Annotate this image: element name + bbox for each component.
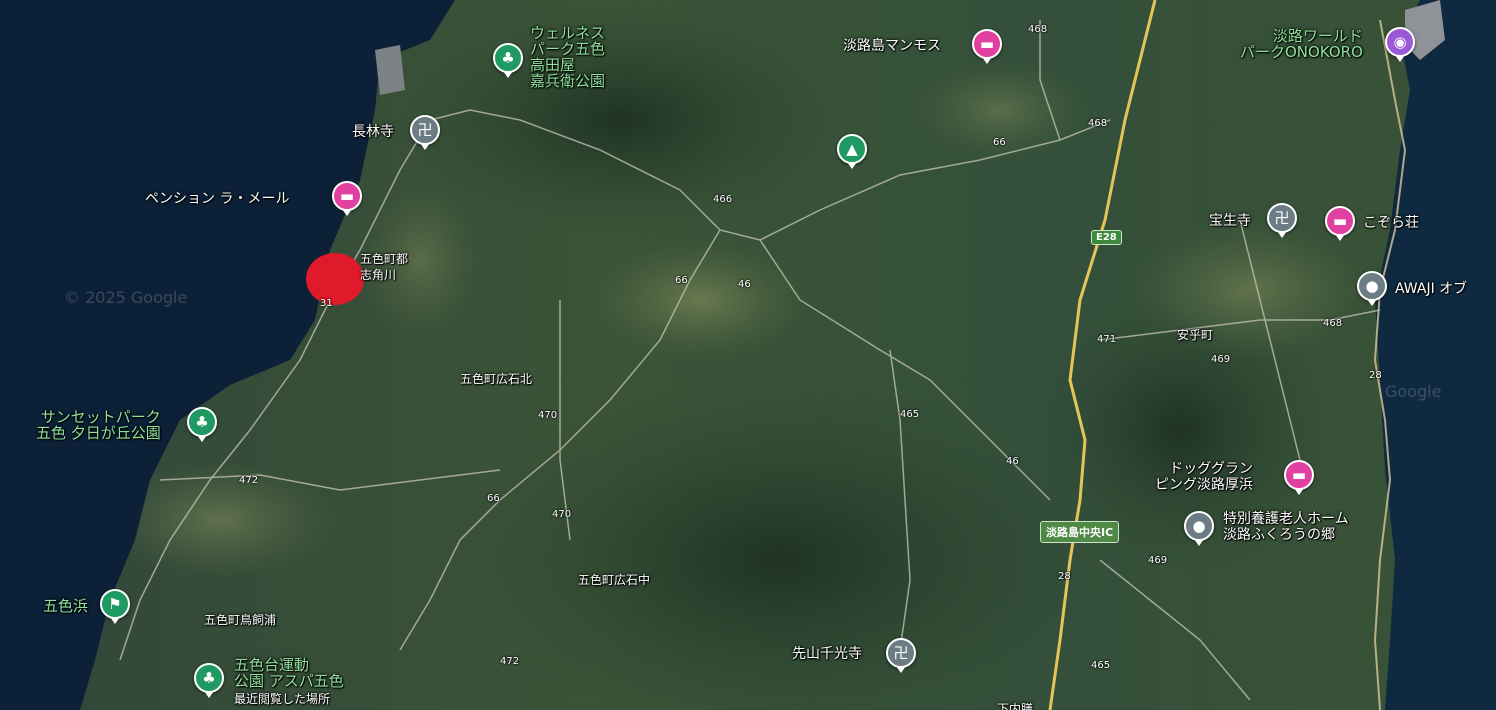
road-number: 472 xyxy=(239,475,259,486)
amusement-park-icon[interactable]: ◉ xyxy=(1385,27,1415,62)
map-terrain xyxy=(0,0,1496,710)
road-number: 46 xyxy=(738,279,751,290)
interchange-label[interactable]: 淡路島中央IC xyxy=(1040,521,1120,543)
road-number: 470 xyxy=(538,410,558,421)
place-label-senkoji[interactable]: 先山千光寺 xyxy=(792,646,862,662)
road-number: 66 xyxy=(993,137,1006,148)
copyright-watermark: © 2025 Google xyxy=(64,288,188,307)
road-number: 465 xyxy=(1091,660,1111,671)
place-label-goshikidai[interactable]: 五色台運動 公園 アスパ五色 xyxy=(234,657,344,689)
recently-viewed-label: 最近閲覧した場所 xyxy=(234,692,331,706)
place-label-chorinji[interactable]: 長林寺 xyxy=(352,124,394,140)
place-label-goshikihama[interactable]: 五色浜 xyxy=(43,598,88,614)
road-number: 28 xyxy=(1369,370,1382,381)
road-number: 31 xyxy=(320,298,333,309)
place-label-awaji[interactable]: AWAJI オブ xyxy=(1395,281,1467,297)
satellite-map[interactable]: © 2025 Google Google 468 468 468 66 66 6… xyxy=(0,0,1496,710)
place-icon[interactable]: ● xyxy=(1184,511,1214,546)
place-icon[interactable]: ● xyxy=(1357,271,1387,306)
campground-icon[interactable]: ▲ xyxy=(837,134,867,169)
google-watermark: Google xyxy=(1385,382,1442,401)
road-number: 28 xyxy=(1058,571,1071,582)
road-number: 471 xyxy=(1097,334,1117,345)
hotel-icon[interactable]: ▬ xyxy=(972,29,1002,64)
road-number: 468 xyxy=(1323,318,1343,329)
place-label-hoshoji[interactable]: 宝生寺 xyxy=(1209,213,1251,229)
place-label-anpei: 安乎町 xyxy=(1177,328,1214,342)
place-label-shimouchizen: 下内膳 xyxy=(997,702,1034,710)
road-number: 46 xyxy=(1006,456,1019,467)
selected-location-marker[interactable] xyxy=(306,253,364,305)
place-label-nursing-home[interactable]: 特別養護老人ホーム 淡路ふくろうの郷 xyxy=(1223,511,1349,543)
place-label-kozoraso[interactable]: こぞら荘 xyxy=(1363,215,1419,231)
road-number: 472 xyxy=(500,656,520,667)
tree-icon[interactable]: ♣ xyxy=(187,407,217,442)
place-label-sunset-park[interactable]: サンセットパーク 五色 夕日が丘公園 xyxy=(36,409,161,441)
place-label-world-park[interactable]: 淡路ワールド パークONOKORO xyxy=(1240,28,1363,60)
place-label-hiroishi-kita: 五色町広石北 xyxy=(460,372,533,386)
place-label-dog-glamping[interactable]: ドッググラン ピング淡路厚浜 xyxy=(1155,461,1253,493)
hotel-icon[interactable]: ▬ xyxy=(332,181,362,216)
hotel-icon[interactable]: ▬ xyxy=(1325,206,1355,241)
temple-icon[interactable]: 卍 xyxy=(410,115,440,150)
expressway-shield: E28 xyxy=(1091,230,1122,245)
beach-icon[interactable]: ⚑ xyxy=(100,589,130,624)
road-number: 470 xyxy=(552,509,572,520)
place-label-wellness-park[interactable]: ウェルネス パーク五色 高田屋 嘉兵衛公園 xyxy=(530,25,605,89)
place-label-shikakugawa: 五色町都 志角川 xyxy=(360,252,409,282)
temple-icon[interactable]: 卍 xyxy=(1267,203,1297,238)
road-number: 66 xyxy=(487,493,500,504)
place-label-mammoth[interactable]: 淡路島マンモス xyxy=(843,38,941,54)
road-number: 469 xyxy=(1148,555,1168,566)
road-number: 469 xyxy=(1211,354,1231,365)
road-number: 466 xyxy=(713,194,733,205)
tree-icon[interactable]: ♣ xyxy=(194,663,224,698)
place-label-torikaiura: 五色町鳥飼浦 xyxy=(204,613,277,627)
temple-icon[interactable]: 卍 xyxy=(886,638,916,673)
hotel-icon[interactable]: ▬ xyxy=(1284,460,1314,495)
place-label-hiroishi-naka: 五色町広石中 xyxy=(578,573,651,587)
road-number: 66 xyxy=(675,275,688,286)
place-label-pension[interactable]: ペンション ラ・メール xyxy=(145,191,289,207)
road-number: 468 xyxy=(1028,24,1048,35)
tree-icon[interactable]: ♣ xyxy=(493,43,523,78)
road-number: 468 xyxy=(1088,118,1108,129)
road-number: 465 xyxy=(900,409,920,420)
